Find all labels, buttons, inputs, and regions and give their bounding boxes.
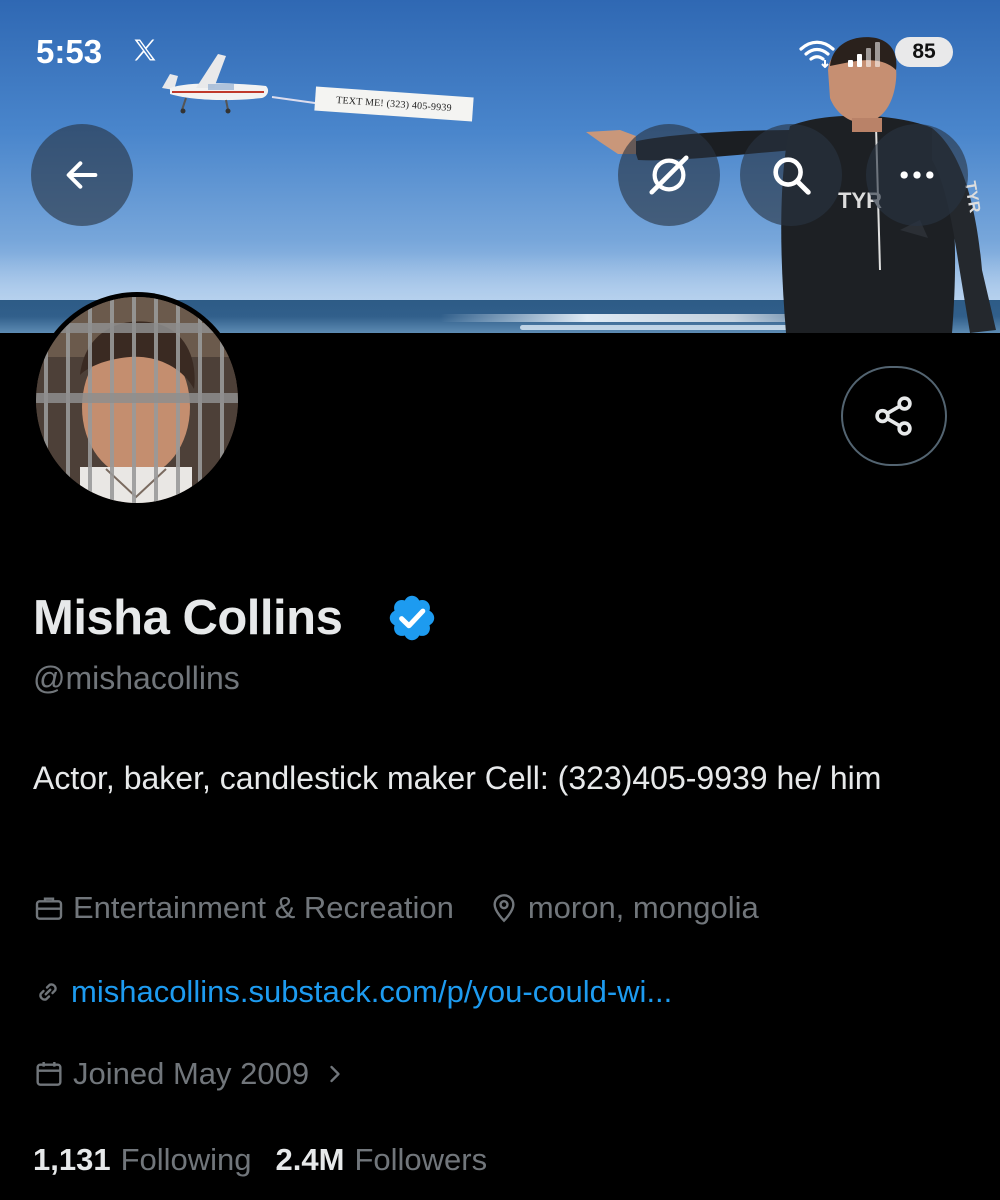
arrow-left-icon <box>66 161 98 189</box>
following-link[interactable]: 1,131 Following <box>33 1142 252 1178</box>
profile-avatar[interactable] <box>31 292 243 508</box>
status-time: 5:53 <box>36 33 103 70</box>
wifi-icon <box>799 40 835 68</box>
avatar-photo <box>36 297 238 503</box>
battery-indicator: 85 <box>895 37 953 67</box>
profile-joined[interactable]: Joined May 2009 <box>33 1056 349 1092</box>
more-icon <box>900 171 934 179</box>
followers-label: Followers <box>354 1142 488 1177</box>
following-count: 1,131 <box>33 1142 111 1177</box>
calendar-icon <box>36 1062 62 1086</box>
share-profile-button[interactable] <box>841 366 947 466</box>
followers-link[interactable]: 2.4M Followers <box>276 1142 488 1178</box>
grok-icon <box>649 155 689 195</box>
airplane-sign: TEXT ME! (323) 405-9939 <box>314 86 474 122</box>
profile-meta-row: Entertainment & Recreation moron, mongol… <box>33 890 759 926</box>
airplane-graphic <box>162 54 269 114</box>
back-button[interactable] <box>31 124 133 226</box>
search-button[interactable] <box>740 124 842 226</box>
following-label: Following <box>120 1142 252 1177</box>
profile-location-text: moron, mongolia <box>527 890 759 925</box>
profile-category-text: Entertainment & Recreation <box>73 890 454 925</box>
briefcase-icon <box>35 897 63 920</box>
profile-category: Entertainment & Recreation <box>33 890 454 926</box>
profile-location: moron, mongolia <box>488 890 759 926</box>
verified-badge-icon[interactable] <box>386 592 438 644</box>
grok-button[interactable] <box>618 124 720 226</box>
tow-line <box>271 96 318 105</box>
search-icon <box>773 157 811 195</box>
signal-icon <box>848 42 880 67</box>
followers-count: 2.4M <box>275 1142 345 1177</box>
share-icon <box>875 396 912 436</box>
user-handle: @mishacollins <box>33 660 240 696</box>
more-options-button[interactable] <box>866 124 968 226</box>
profile-website[interactable]: mishacollins.substack.com/p/you-could-wi… <box>33 974 672 1010</box>
profile-website-link[interactable]: mishacollins.substack.com/p/you-could-wi… <box>71 974 672 1010</box>
chevron-right-icon <box>330 1065 340 1083</box>
location-pin-icon <box>493 894 515 923</box>
profile-joined-text: Joined May 2009 <box>73 1056 310 1091</box>
display-name: Misha Collins <box>33 591 343 645</box>
x-logo-icon <box>134 39 156 61</box>
link-icon <box>39 983 57 1001</box>
profile-bio: Actor, baker, candlestick maker Cell: (3… <box>33 760 882 796</box>
follow-stats: 1,131 Following 2.4M Followers <box>33 1142 487 1178</box>
